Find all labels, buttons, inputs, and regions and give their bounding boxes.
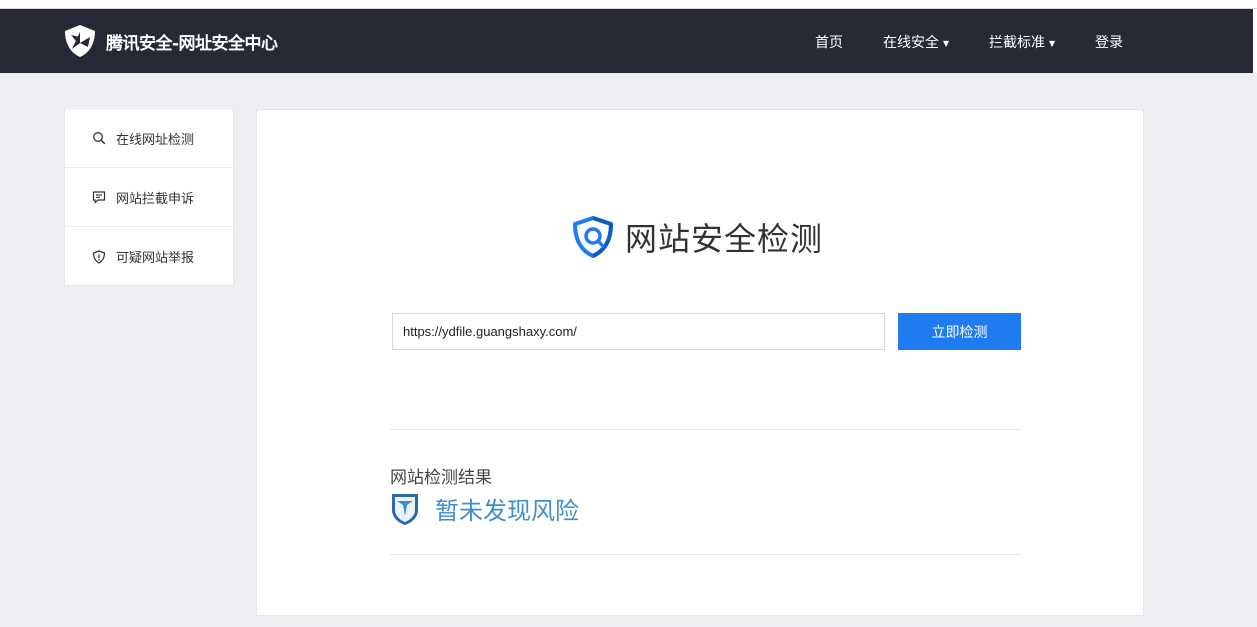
sidebar-item-label: 可疑网站举报: [116, 251, 195, 266]
main-panel: 网站安全检测 立即检测 网站检测结果 暂未发现风险: [256, 109, 1144, 616]
result-status: 暂未发现风险: [390, 491, 579, 526]
divider: [390, 554, 1021, 555]
sidebar-item-report[interactable]: 可疑网站举报: [65, 227, 233, 286]
nav-online-security-label: 在线安全: [883, 35, 939, 51]
result-status-text: 暂未发现风险: [435, 497, 579, 525]
sidebar: 在线网址检测 网站拦截申诉 可疑网站举报: [64, 108, 234, 286]
right-edge-strip: [1253, 9, 1257, 73]
nav-home[interactable]: 首页: [815, 32, 843, 52]
url-input[interactable]: [392, 313, 885, 350]
nav-login[interactable]: 登录: [1095, 32, 1123, 52]
top-strip: [0, 0, 1257, 9]
shield-safe-icon: [392, 493, 418, 525]
shield-alert-icon: [92, 249, 106, 264]
comment-icon: [92, 191, 106, 204]
search-icon: [93, 132, 106, 145]
page-heading: 网站安全检测: [571, 214, 823, 260]
top-navbar: 腾讯安全-网址安全中心 首页 在线安全 ▼ 拦截标准 ▼ 登录: [0, 9, 1257, 73]
chevron-down-icon: ▼: [943, 38, 950, 48]
nav-login-label: 登录: [1095, 35, 1123, 51]
nav-online-security[interactable]: 在线安全 ▼: [883, 32, 949, 52]
shield-search-icon: [573, 216, 613, 258]
page-title: 网站安全检测: [625, 220, 824, 258]
nav-block-standards-label: 拦截标准: [989, 35, 1045, 51]
result-title: 网站检测结果: [390, 468, 492, 488]
sidebar-item-label: 网站拦截申诉: [116, 191, 195, 207]
sidebar-item-label: 在线网址检测: [116, 132, 195, 148]
sidebar-item-url-check[interactable]: 在线网址检测: [65, 109, 233, 168]
nav-home-label: 首页: [815, 35, 843, 51]
divider: [390, 429, 1021, 430]
check-now-button[interactable]: 立即检测: [898, 313, 1021, 350]
main-nav: 首页 在线安全 ▼ 拦截标准 ▼ 登录: [0, 9, 1257, 73]
chevron-down-icon: ▼: [1049, 38, 1056, 48]
sidebar-item-appeal[interactable]: 网站拦截申诉: [65, 168, 233, 227]
nav-block-standards[interactable]: 拦截标准 ▼: [989, 32, 1055, 52]
